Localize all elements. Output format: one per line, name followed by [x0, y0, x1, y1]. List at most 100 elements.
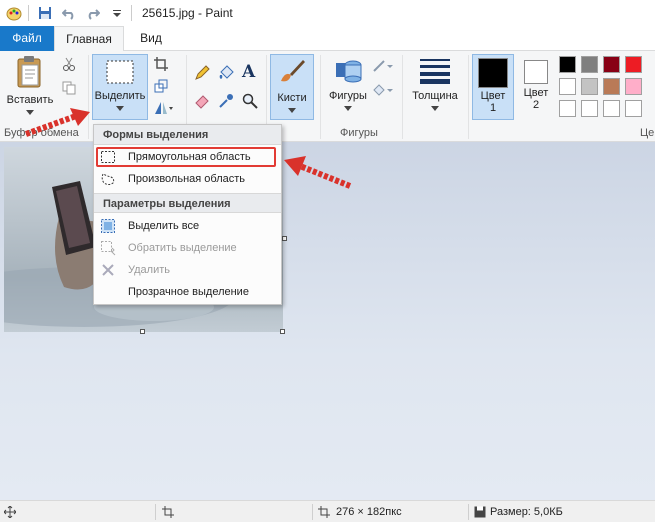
tab-view[interactable]: Вид: [124, 26, 178, 51]
line-thickness-icon: [420, 59, 450, 84]
status-separator: [312, 504, 313, 520]
copy-icon[interactable]: [62, 81, 76, 98]
chevron-down-icon: [288, 108, 296, 113]
palette-color-swatch[interactable]: [581, 78, 598, 95]
selection-shapes-header: Формы выделения: [94, 125, 281, 145]
menu-item-delete[interactable]: Удалить: [94, 259, 281, 281]
resize-handle[interactable]: [282, 236, 287, 241]
chevron-down-icon: [344, 106, 352, 111]
color1-label: Цвет: [480, 90, 506, 102]
ribbon-tabs: Файл Главная Вид: [0, 26, 655, 52]
select-dropdown-menu: Формы выделения Прямоугольная область Пр…: [93, 124, 282, 305]
palette-color-swatch[interactable]: [559, 78, 576, 95]
image-size-icon: [318, 504, 330, 520]
chevron-down-icon: [116, 106, 124, 111]
tab-home[interactable]: Главная: [54, 26, 124, 52]
red-arrow-annotation: [284, 156, 352, 189]
color2-swatch: [524, 60, 548, 84]
file-size: Размер: 5,0КБ: [490, 506, 563, 518]
outline-icon[interactable]: [372, 59, 394, 76]
select-all-label: Выделить все: [128, 220, 200, 232]
magnifier-icon[interactable]: [242, 93, 258, 112]
shape-fill-icon[interactable]: [372, 83, 394, 100]
cut-icon[interactable]: [62, 57, 76, 74]
redo-icon[interactable]: [83, 3, 103, 23]
delete-icon: [102, 264, 114, 276]
image-dimensions: 276 × 182пкс: [336, 506, 402, 518]
brushes-button[interactable]: Кисти: [270, 54, 314, 120]
palette-color-swatch[interactable]: [625, 78, 642, 95]
color2-label: Цвет: [523, 87, 549, 99]
selection-options-header: Параметры выделения: [94, 193, 281, 213]
select-rect-icon: [106, 60, 134, 84]
palette-color-swatch[interactable]: [581, 56, 598, 73]
customize-qat-icon[interactable]: [107, 3, 127, 23]
menu-item-select-all[interactable]: Выделить все: [94, 215, 281, 237]
shapes-icon: [336, 60, 362, 83]
resize-icon[interactable]: [154, 79, 168, 96]
select-all-icon: [101, 219, 115, 233]
size-button[interactable]: Толщина: [406, 55, 464, 114]
color2-number: 2: [532, 99, 540, 111]
highlight-box: [96, 147, 276, 167]
palette-color-swatch[interactable]: [581, 100, 598, 117]
palette-color-swatch[interactable]: [625, 100, 642, 117]
palette-color-swatch[interactable]: [603, 78, 620, 95]
transparent-selection-label: Прозрачное выделение: [128, 286, 249, 298]
menu-item-freeform-selection[interactable]: Произвольная область: [94, 168, 281, 190]
group-separator: [402, 55, 403, 139]
shapes-label: Фигуры: [329, 90, 367, 102]
group-separator: [320, 55, 321, 139]
palette-color-swatch[interactable]: [603, 56, 620, 73]
resize-handle[interactable]: [280, 329, 285, 334]
shapes-button[interactable]: Фигуры: [324, 55, 372, 114]
status-separator: [155, 504, 156, 520]
paint-app-icon[interactable]: [4, 3, 24, 23]
title-bar: 25615.jpg - Paint: [0, 0, 655, 26]
palette-color-swatch[interactable]: [559, 100, 576, 117]
text-tool-icon[interactable]: A: [242, 62, 255, 82]
colors-group-label: Це: [640, 127, 655, 139]
paste-icon: [17, 56, 41, 88]
freeform-selection-label: Произвольная область: [128, 173, 246, 185]
pencil-icon[interactable]: [194, 65, 210, 84]
color-picker-icon[interactable]: [218, 93, 234, 112]
color2-button[interactable]: Цвет 2: [516, 54, 556, 120]
tab-file[interactable]: Файл: [0, 26, 54, 51]
undo-icon[interactable]: [59, 3, 79, 23]
brush-icon: [281, 60, 305, 82]
menu-item-transparent-selection[interactable]: Прозрачное выделение: [94, 281, 281, 303]
red-arrow-annotation: [24, 108, 90, 137]
select-label: Выделить: [94, 90, 146, 102]
title-divider-2: [131, 5, 132, 21]
move-cursor-icon: [4, 504, 16, 520]
color1-number: 1: [489, 102, 497, 114]
palette-color-swatch[interactable]: [559, 56, 576, 73]
crop-icon[interactable]: [154, 57, 168, 74]
status-bar: 276 × 182пкс Размер: 5,0КБ: [0, 500, 655, 522]
window-title: 25615.jpg - Paint: [142, 6, 233, 20]
eraser-icon[interactable]: [194, 93, 210, 112]
delete-label: Удалить: [128, 264, 170, 276]
shapes-group-label: Фигуры: [340, 127, 378, 139]
brushes-label: Кисти: [277, 92, 307, 104]
freeform-select-icon: [101, 173, 115, 185]
color1-button[interactable]: Цвет 1: [472, 54, 514, 120]
color1-swatch: [478, 58, 508, 88]
palette-color-swatch[interactable]: [603, 100, 620, 117]
chevron-down-icon: [431, 106, 439, 111]
resize-handle[interactable]: [140, 329, 145, 334]
disk-icon: [474, 504, 486, 520]
selection-size-icon: [162, 504, 174, 520]
title-divider: [28, 5, 29, 21]
fill-icon[interactable]: [218, 65, 234, 84]
status-separator: [468, 504, 469, 520]
save-icon[interactable]: [35, 3, 55, 23]
invert-selection-icon: [101, 241, 116, 256]
group-separator: [468, 55, 469, 139]
palette-color-swatch[interactable]: [625, 56, 642, 73]
menu-item-invert-selection[interactable]: Обратить выделение: [94, 237, 281, 259]
rotate-icon[interactable]: [154, 101, 174, 118]
invert-selection-label: Обратить выделение: [128, 242, 237, 254]
select-button[interactable]: Выделить: [92, 54, 148, 120]
